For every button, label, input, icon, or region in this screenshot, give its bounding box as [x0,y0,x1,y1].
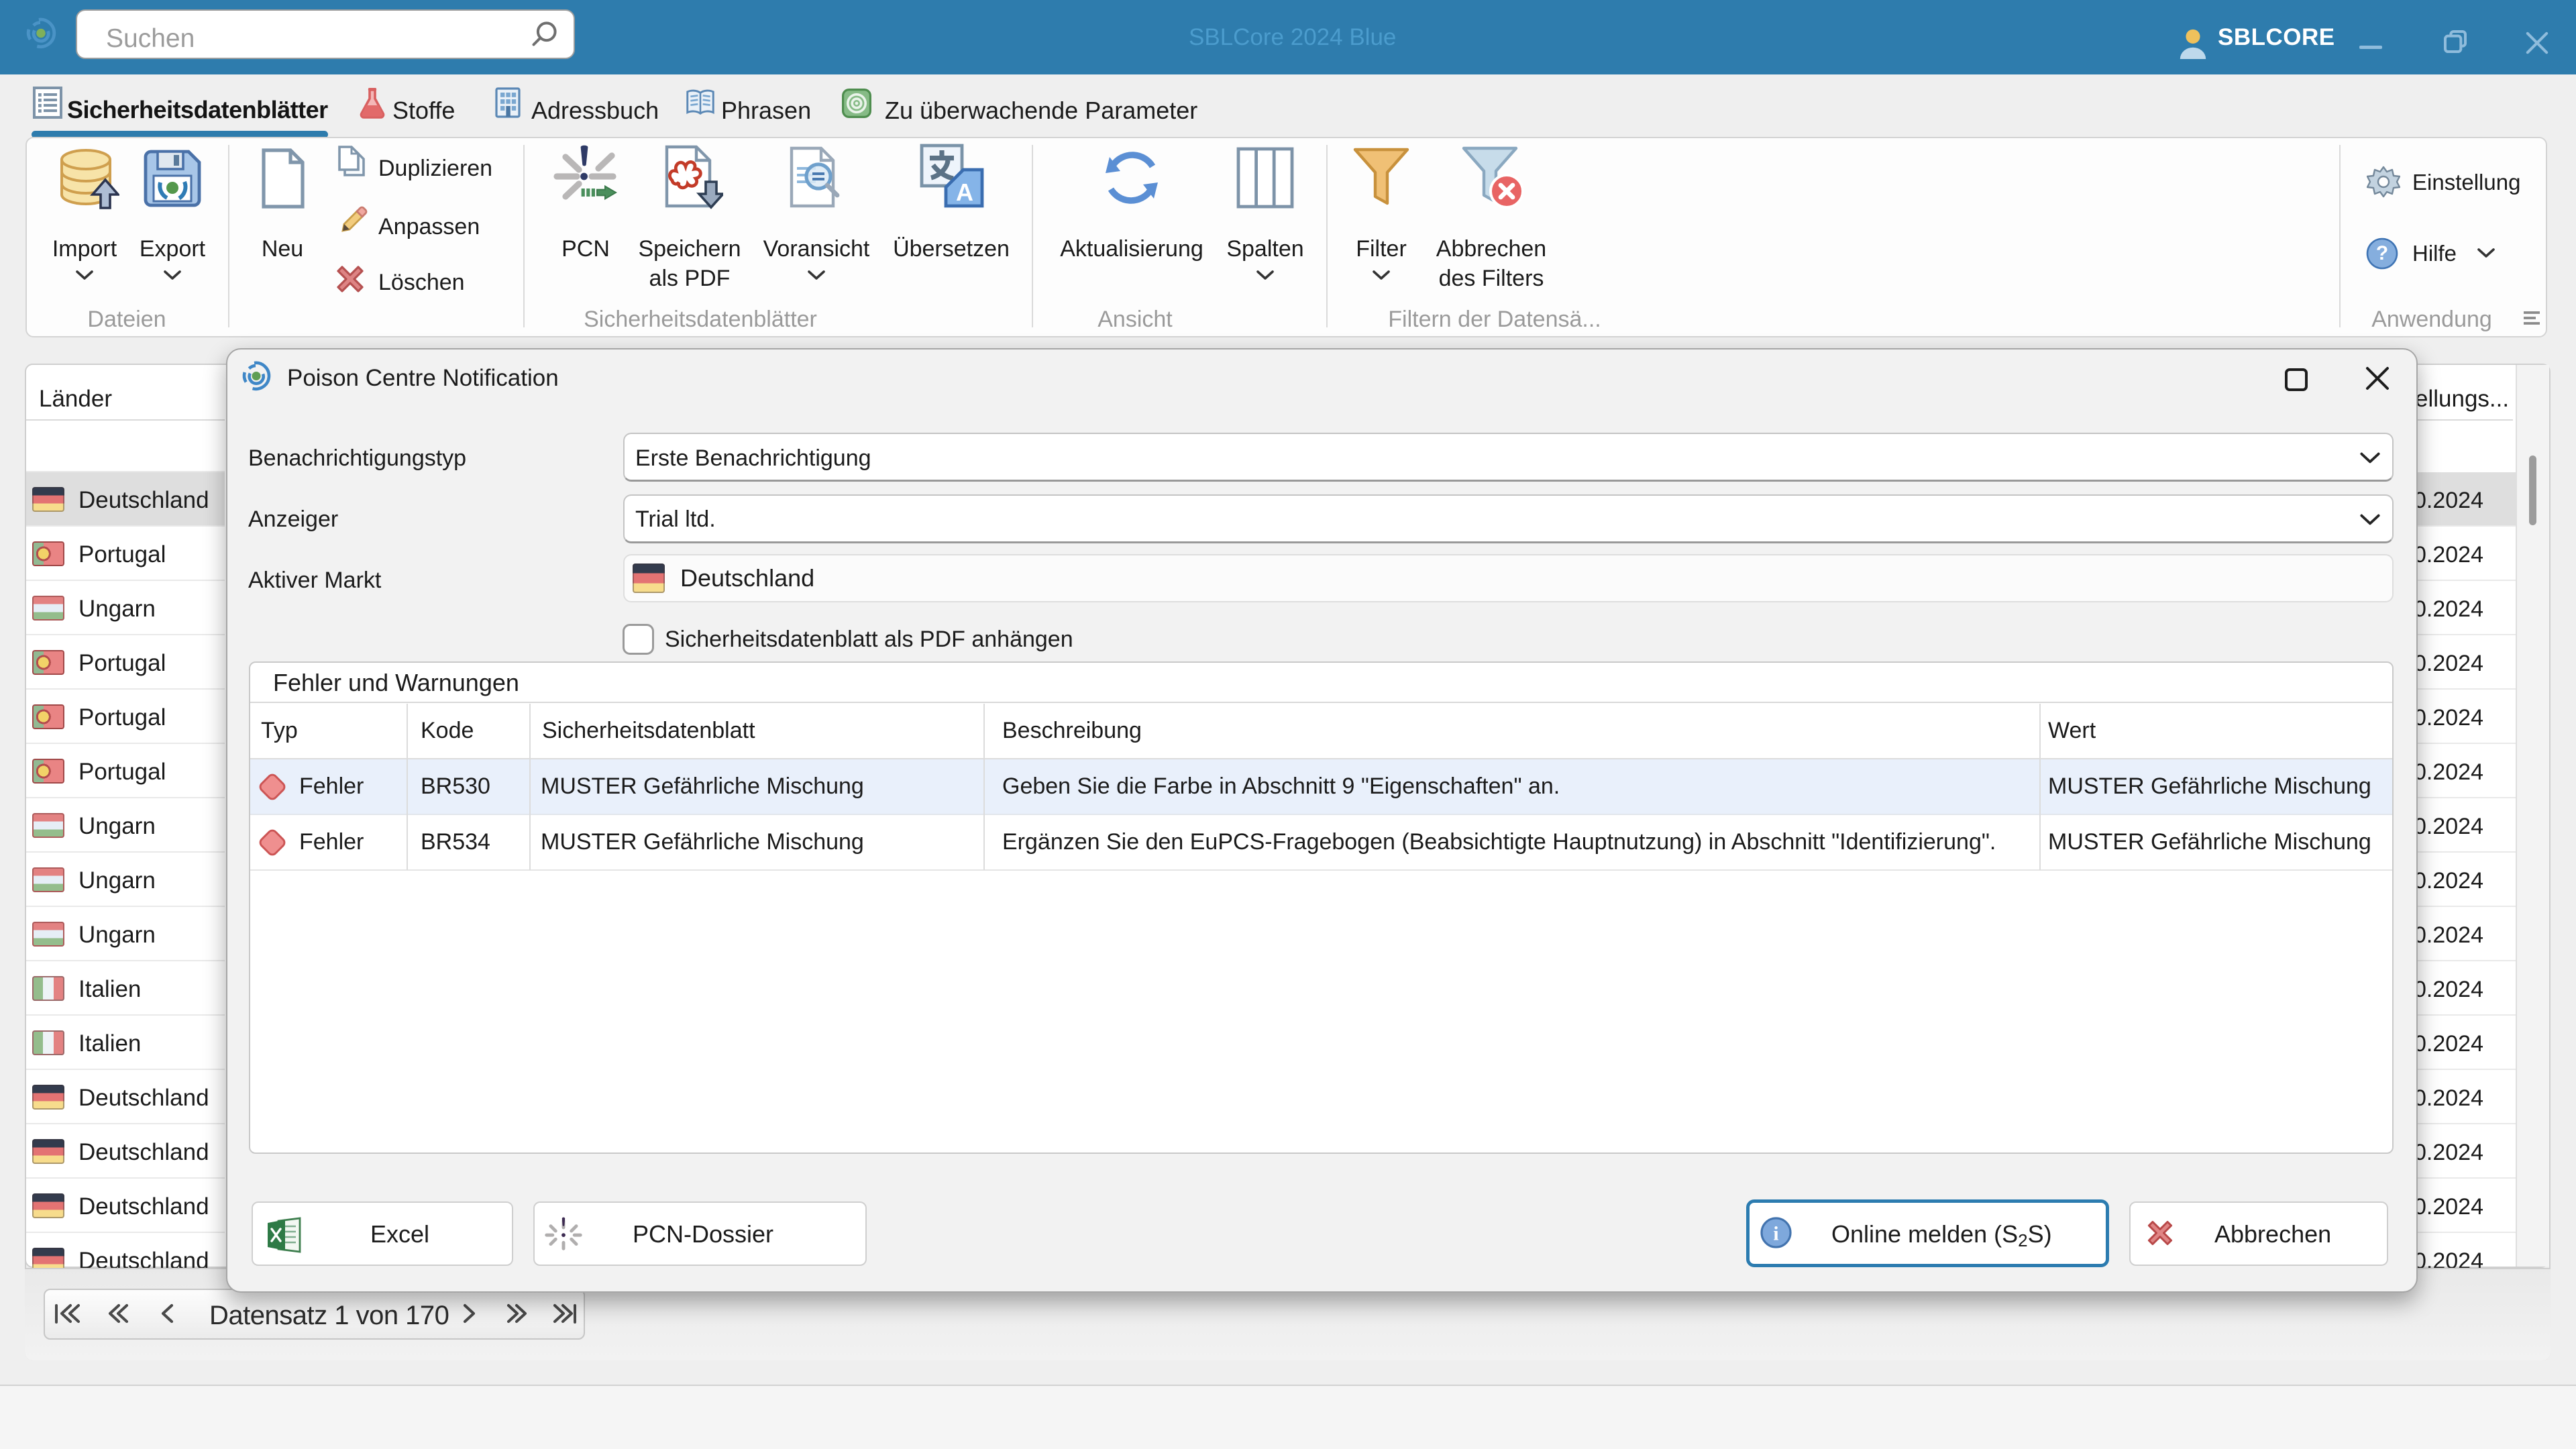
svg-text:A: A [956,178,973,206]
svg-text:?: ? [2376,242,2388,264]
svg-text:i: i [1773,1223,1778,1244]
